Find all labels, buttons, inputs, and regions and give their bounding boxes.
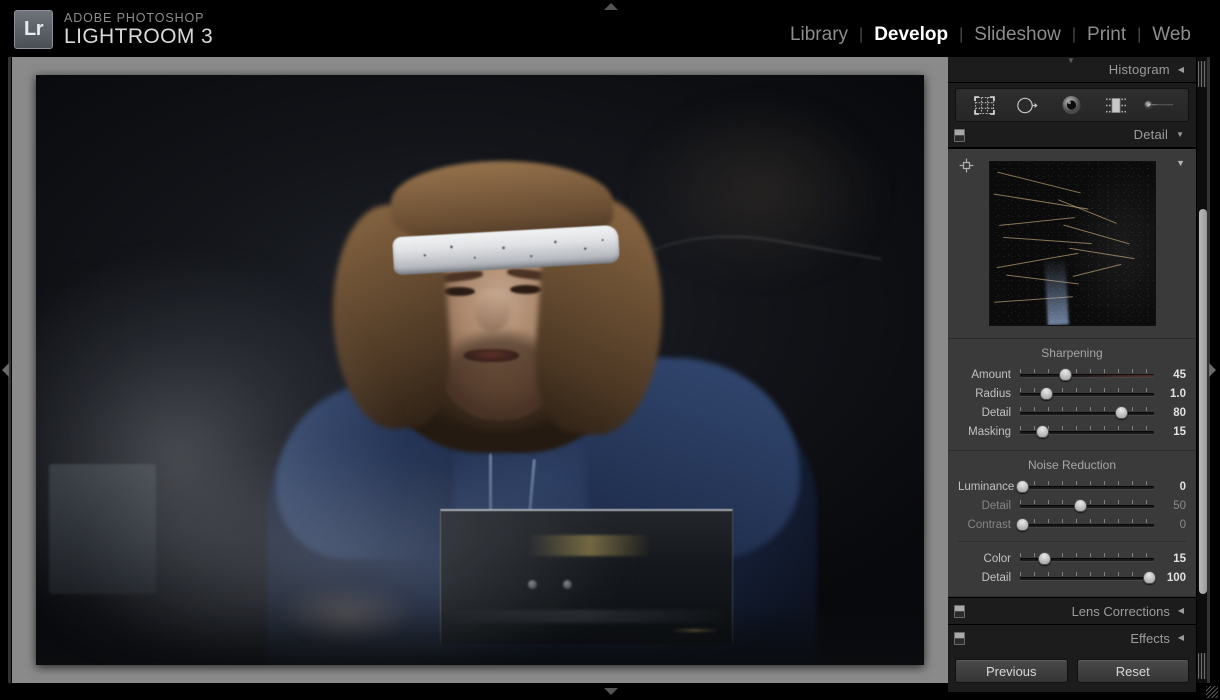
chevron-left-icon: ◀ bbox=[1177, 64, 1184, 74]
image-canvas[interactable] bbox=[12, 57, 948, 683]
slider-label-amount: Amount bbox=[971, 368, 1011, 381]
effects-toggle-switch[interactable] bbox=[954, 632, 965, 645]
slider-radius[interactable] bbox=[1020, 386, 1154, 401]
module-library[interactable]: Library bbox=[779, 24, 859, 46]
histogram-panel-title: Histogram bbox=[1108, 62, 1170, 77]
detail-preview-row: ▼ bbox=[948, 149, 1196, 339]
module-web[interactable]: Web bbox=[1141, 24, 1202, 46]
photo-lens-flare bbox=[249, 570, 445, 654]
slider-color[interactable] bbox=[1020, 551, 1154, 566]
lens-corrections-panel-header[interactable]: Lens Corrections ◀ bbox=[948, 597, 1196, 624]
slider-row-amount: Amount 45 bbox=[948, 365, 1196, 384]
noise-reduction-divider bbox=[958, 541, 1186, 542]
previous-button[interactable]: Previous bbox=[955, 659, 1068, 683]
slider-row-color-detail: Detail 100 bbox=[948, 568, 1196, 587]
app-subtitle: ADOBE PHOTOSHOP bbox=[64, 10, 205, 25]
noise-reduction-section: Noise Reduction Luminance 0 Detail 50 Co… bbox=[948, 451, 1196, 597]
photo-eye bbox=[510, 285, 543, 294]
panel-end-caret-icon[interactable]: ▼ bbox=[1067, 56, 1075, 65]
module-picker: Library | Develop | Slideshow | Print | … bbox=[779, 24, 1202, 46]
right-panel-toggle-icon[interactable] bbox=[1209, 363, 1216, 377]
detail-panel-header[interactable]: Detail ▼ bbox=[948, 122, 1196, 148]
chevron-left-icon: ◀ bbox=[1177, 606, 1184, 615]
sharpening-title: Sharpening bbox=[1041, 346, 1103, 360]
slider-color-detail[interactable] bbox=[1020, 570, 1157, 585]
detail-preview-noise bbox=[989, 162, 1155, 325]
slider-value-luminance-contrast[interactable]: 0 bbox=[1154, 519, 1186, 531]
spot-removal-tool-icon[interactable] bbox=[1013, 93, 1043, 117]
slider-value-luminance[interactable]: 0 bbox=[1154, 481, 1186, 493]
slider-row-sharpening-detail: Detail 80 bbox=[948, 403, 1196, 422]
slider-value-radius[interactable]: 1.0 bbox=[1154, 388, 1186, 400]
sharpening-section: Sharpening Amount 45 Radius 1.0 Detail 8… bbox=[948, 339, 1196, 451]
adjustment-brush-tool-icon[interactable] bbox=[1144, 93, 1174, 117]
slider-sharpening-detail[interactable] bbox=[1020, 405, 1154, 420]
develop-photo[interactable] bbox=[36, 75, 924, 665]
slider-value-color[interactable]: 15 bbox=[1154, 553, 1186, 565]
app-title: LIGHTROOM 3 bbox=[64, 25, 214, 49]
chevron-left-icon: ◀ bbox=[1177, 633, 1184, 642]
slider-row-radius: Radius 1.0 bbox=[948, 384, 1196, 403]
slider-luminance-contrast[interactable] bbox=[1016, 517, 1154, 532]
right-panel-scrollbar-thumb[interactable] bbox=[1199, 209, 1207, 594]
preview-disclosure-icon[interactable]: ▼ bbox=[1176, 158, 1185, 168]
effects-panel-header[interactable]: Effects ◀ bbox=[948, 624, 1196, 651]
scrollbar-grip-bottom bbox=[1198, 653, 1207, 679]
slider-luminance-detail[interactable] bbox=[1020, 498, 1154, 513]
scrollbar-grip-top bbox=[1198, 61, 1207, 87]
detail-panel-title: Detail bbox=[1133, 127, 1169, 142]
slider-row-luminance-contrast: Contrast 0 bbox=[948, 515, 1196, 534]
red-eye-correction-tool-icon[interactable] bbox=[1057, 93, 1087, 117]
slider-value-sharpening-detail[interactable]: 80 bbox=[1154, 407, 1186, 419]
filmstrip-toggle-icon[interactable] bbox=[604, 688, 618, 695]
lightroom-window: Lr ADOBE PHOTOSHOP LIGHTROOM 3 Library |… bbox=[0, 0, 1220, 700]
right-panel-group: Histogram ◀ Detail ▼ ▼ Sharpening Amount… bbox=[948, 56, 1196, 692]
left-panel-toggle-icon[interactable] bbox=[2, 363, 9, 377]
slider-label-color: Color bbox=[983, 552, 1011, 565]
slider-value-luminance-detail[interactable]: 50 bbox=[1154, 500, 1186, 512]
target-loupe-icon[interactable] bbox=[959, 158, 974, 173]
develop-tool-strip bbox=[955, 88, 1189, 122]
graduated-filter-tool-icon[interactable] bbox=[1101, 93, 1131, 117]
slider-label-luminance-detail: Detail bbox=[981, 499, 1011, 512]
lightroom-logo-icon: Lr bbox=[14, 10, 53, 49]
lens-corrections-toggle-switch[interactable] bbox=[954, 605, 965, 618]
identity-plate[interactable]: Lr ADOBE PHOTOSHOP LIGHTROOM 3 bbox=[14, 10, 213, 49]
top-panel-toggle-icon[interactable] bbox=[604, 3, 618, 10]
effects-title: Effects bbox=[1130, 630, 1170, 646]
slider-row-masking: Masking 15 bbox=[948, 422, 1196, 441]
slider-masking[interactable] bbox=[1020, 424, 1154, 439]
lens-corrections-title: Lens Corrections bbox=[1071, 603, 1170, 619]
slider-value-masking[interactable]: 15 bbox=[1154, 426, 1186, 438]
slider-amount[interactable] bbox=[1020, 367, 1154, 382]
detail-preview-image[interactable] bbox=[988, 161, 1156, 326]
reset-button[interactable]: Reset bbox=[1076, 659, 1189, 683]
slider-label-luminance-contrast: Contrast bbox=[967, 518, 1011, 531]
identity-text: ADOBE PHOTOSHOP LIGHTROOM 3 bbox=[64, 12, 213, 48]
slider-value-amount[interactable]: 45 bbox=[1154, 369, 1186, 381]
slider-luminance[interactable] bbox=[1016, 479, 1154, 494]
slider-label-color-detail: Detail bbox=[981, 571, 1011, 584]
slider-label-luminance: Luminance bbox=[958, 480, 1015, 493]
slider-label-sharpening-detail: Detail bbox=[981, 406, 1011, 419]
slider-value-color-detail[interactable]: 100 bbox=[1154, 572, 1186, 584]
panel-footer-buttons: ▼ Previous Reset bbox=[948, 56, 1196, 692]
noise-reduction-title: Noise Reduction bbox=[1027, 458, 1117, 472]
slider-row-luminance-detail: Detail 50 bbox=[948, 496, 1196, 515]
photo-frame bbox=[36, 75, 924, 665]
module-print[interactable]: Print bbox=[1076, 24, 1137, 46]
module-slideshow[interactable]: Slideshow bbox=[963, 24, 1072, 46]
slider-label-radius: Radius bbox=[975, 387, 1011, 400]
window-resize-grip[interactable] bbox=[1206, 686, 1218, 698]
slider-label-masking: Masking bbox=[968, 425, 1011, 438]
chevron-down-icon: ▼ bbox=[1176, 129, 1184, 139]
slider-row-luminance: Luminance 0 bbox=[948, 477, 1196, 496]
detail-panel-toggle-switch[interactable] bbox=[954, 129, 965, 142]
slider-row-color: Color 15 bbox=[948, 549, 1196, 568]
crop-overlay-tool-icon[interactable] bbox=[970, 93, 1000, 117]
detail-panel-body: ▼ Sharpening Amount 45 Radius 1.0 Detail… bbox=[948, 148, 1196, 597]
module-develop[interactable]: Develop bbox=[863, 24, 959, 46]
right-panel-scrollbar-track[interactable] bbox=[1196, 57, 1207, 683]
